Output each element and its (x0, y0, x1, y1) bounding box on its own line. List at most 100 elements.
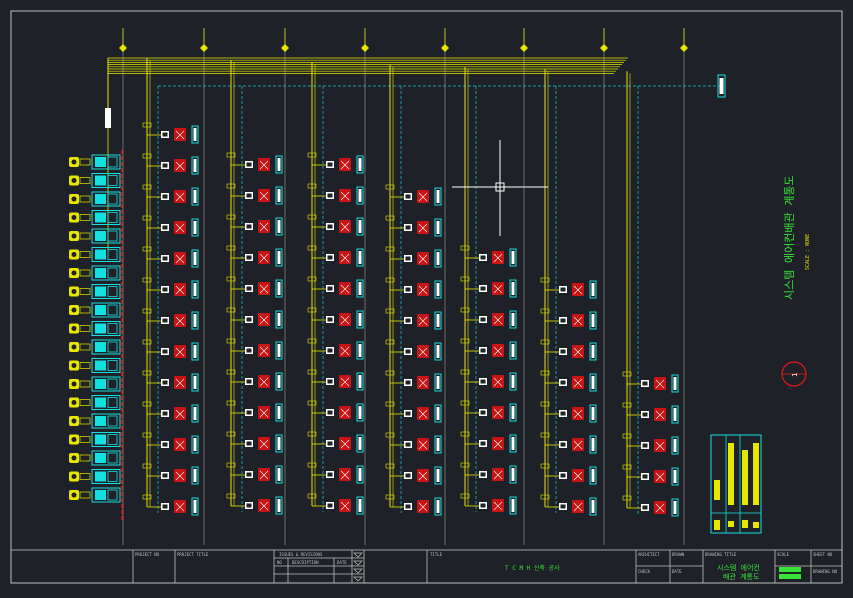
indoor-unit-icon (339, 499, 351, 512)
outdoor-unit-panel (95, 175, 106, 186)
outdoor-unit-fan-hub (71, 418, 77, 424)
indoor-unit-row (245, 248, 283, 267)
cad-drawing-canvas[interactable]: 시스템 에어컨배관 계통도 SCALE : NONE 1 PROJECT NO … (0, 0, 853, 594)
indoor-unit-row (404, 497, 442, 516)
indoor-unit-row (326, 403, 364, 422)
unit-label-fill (591, 283, 595, 296)
indoor-unit-row (326, 248, 364, 267)
outdoor-unit-panel-2 (107, 249, 118, 260)
outdoor-unit-coil (79, 454, 91, 462)
unit-label-fill (673, 408, 677, 421)
remote-controller-screen (246, 410, 252, 415)
grid-marker (520, 44, 528, 52)
unit-label-fill (511, 251, 515, 264)
indoor-unit-row (559, 311, 597, 330)
system-ac-piping-diagram: 시스템 에어컨배관 계통도 SCALE : NONE 1 PROJECT NO … (10, 10, 843, 584)
unit-label-fill (277, 158, 281, 171)
indoor-unit-row (404, 187, 442, 206)
unit-label-fill (358, 158, 362, 171)
indoor-unit-row (641, 498, 679, 517)
indoor-unit-row (161, 466, 199, 485)
indoor-unit-row (326, 496, 364, 515)
date-label: DATE (337, 560, 347, 565)
unit-label-fill (358, 220, 362, 233)
indoor-unit-icon (417, 376, 429, 389)
indoor-unit-row (479, 372, 517, 391)
indoor-unit-row (479, 341, 517, 360)
indoor-unit-icon (174, 128, 186, 141)
indoor-unit-row (245, 217, 283, 236)
indoor-unit-row (326, 155, 364, 174)
remote-controller-screen (405, 411, 411, 416)
outdoor-unit-panel (95, 416, 106, 426)
outdoor-unit (69, 173, 121, 188)
indoor-unit-icon (417, 345, 429, 358)
remote-controller-screen (246, 286, 252, 291)
indoor-unit-row (479, 248, 517, 267)
remote-controller-screen (405, 225, 411, 230)
remote-controller-screen (327, 255, 333, 260)
indoor-unit-row (326, 186, 364, 205)
remote-controller-screen (162, 225, 168, 230)
remote-controller-screen (480, 410, 486, 415)
remote-controller-screen (327, 472, 333, 477)
unit-label-fill (358, 313, 362, 326)
indoor-unit-row (326, 372, 364, 391)
indoor-unit-row (161, 156, 199, 175)
remote-controller-screen (642, 505, 648, 510)
unit-label-fill (277, 282, 281, 295)
remote-controller-screen (560, 442, 566, 447)
remote-controller-screen (560, 349, 566, 354)
indoor-unit-icon (174, 159, 186, 172)
company-project-text: T C M H 신축 공사 (505, 564, 560, 572)
outdoor-unit-panel (95, 342, 106, 352)
outdoor-unit-coil (79, 362, 91, 369)
architect-label: ARCHITECT (638, 552, 660, 557)
indoor-unit-row (559, 373, 597, 392)
indoor-unit-icon (572, 345, 584, 358)
remote-controller-screen (246, 348, 252, 353)
cad-crosshair-cursor[interactable] (452, 140, 548, 236)
unit-label-fill (436, 221, 440, 234)
unit-label-fill (673, 501, 677, 514)
grid-marker (600, 44, 608, 52)
indoor-unit-row (326, 434, 364, 453)
outdoor-unit-fan-hub (71, 178, 77, 183)
outdoor-unit-fan-hub (71, 474, 77, 479)
indoor-unit-icon (174, 407, 186, 420)
unit-label-fill (511, 437, 515, 450)
unit-label-fill (193, 283, 197, 296)
unit-label-fill (436, 469, 440, 482)
indoor-unit-icon (339, 158, 351, 171)
header-valve (105, 108, 111, 128)
remote-controller-screen (162, 349, 168, 354)
outdoor-unit (69, 395, 121, 410)
indoor-unit-row (161, 497, 199, 516)
indoor-unit-row (161, 218, 199, 237)
outdoor-unit-panel-2 (107, 378, 118, 390)
remote-controller-screen (405, 504, 411, 509)
outdoor-unit (69, 487, 121, 503)
indoor-unit-row (404, 342, 442, 361)
unit-label-fill (193, 407, 197, 420)
remote-controller-screen (162, 411, 168, 416)
description-label: DESCRIPTION (292, 560, 319, 565)
control-panel-inner (719, 78, 724, 94)
drawn-label: DRAWN (672, 552, 685, 557)
outdoor-unit-panel-2 (107, 267, 118, 279)
unit-label-fill (673, 439, 677, 452)
outdoor-unit-panel-2 (107, 397, 118, 408)
indoor-unit-row (161, 373, 199, 392)
indoor-unit-row (326, 341, 364, 360)
indoor-unit-row (641, 374, 679, 393)
indoor-unit-row (404, 249, 442, 268)
drawing-title-line1: 시스템 에어컨 (717, 563, 760, 572)
title-block-revision-triangles (353, 552, 363, 582)
indoor-unit-row (161, 249, 199, 268)
indoor-unit-icon (258, 313, 270, 326)
remote-controller-screen (162, 504, 168, 509)
indoor-unit-icon (174, 469, 186, 482)
issues-revisions-label: ISSUES & REVISIONS (279, 552, 323, 557)
indoor-unit-icon (258, 189, 270, 202)
indoor-unit-row (245, 155, 283, 174)
